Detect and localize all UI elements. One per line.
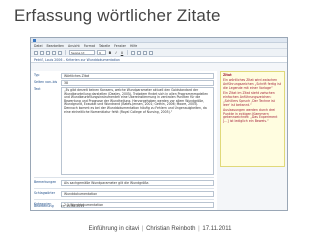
menu-bearbeiten[interactable]: Bearbeiten: [47, 44, 65, 48]
toolbar-divider: [127, 50, 128, 55]
schlagwoerter-label: Schlagwörter: [34, 191, 56, 195]
menu-ansicht[interactable]: Ansicht: [68, 44, 80, 48]
form-divider: [34, 188, 214, 189]
copy-icon[interactable]: [52, 50, 56, 55]
form-divider: [34, 210, 214, 211]
menu-datei[interactable]: Datei: [34, 44, 43, 48]
menu-format[interactable]: Format: [84, 44, 95, 48]
italic-button[interactable]: I: [114, 51, 118, 55]
paste-icon[interactable]: [58, 50, 62, 55]
aside-heading: Zitat: [223, 73, 232, 77]
seite-label: Seiten von–bis: [34, 80, 58, 84]
typ-row: Typ Wörtliches Zitat: [31, 73, 217, 79]
bullet-list-icon[interactable]: [131, 50, 135, 55]
footer-date: 17.11.2011: [202, 226, 232, 232]
format-toolbar: Segoe UI 9 B I U: [31, 49, 287, 57]
record-header: Petrič, Louis 2006 – Kriterien zur Wundd…: [31, 57, 287, 63]
slide-title: Erfassung wörtlicher Zitate: [14, 6, 221, 25]
menu-hilfe[interactable]: Hilfe: [130, 44, 137, 48]
bemerkungen-input[interactable]: Als sachgemäße Wundparameter gilt die Wu…: [61, 180, 214, 186]
aside-paragraph: Ein Zitat im Zitat steht zwischen einfac…: [223, 91, 275, 107]
numbered-list-icon[interactable]: [137, 50, 141, 55]
text-row: Text „Es gibt derzeit keinen Konsens, we…: [31, 87, 217, 175]
slide-footer: Einführung in citavi | Christian Reinbot…: [0, 226, 320, 232]
info-sidebar: Zitat Ein wörtliches Zitat wird zwischen…: [220, 71, 285, 167]
new-icon[interactable]: [34, 50, 38, 55]
citavi-app-icon: [33, 38, 36, 42]
menu-fenster[interactable]: Fenster: [114, 44, 126, 48]
aside-paragraph: Auslassungen werden durch drei Punkte in…: [223, 107, 278, 124]
form-divider: [34, 199, 214, 200]
bearbeitung-label: Bearbeitung: [34, 204, 54, 208]
bearbeitung-value: cr, 15.08.2011: [61, 204, 85, 208]
text-label: Text: [34, 87, 41, 91]
footer-separator: |: [198, 226, 200, 232]
toolbar-divider: [65, 50, 66, 55]
font-size-select[interactable]: 9: [97, 50, 106, 55]
quote-text-area[interactable]: „Es gibt derzeit keinen Konsens, welche …: [61, 87, 214, 175]
schlagwoerter-input[interactable]: Wunddokumentation: [61, 191, 214, 197]
typ-select[interactable]: Wörtliches Zitat: [61, 73, 214, 79]
seite-input[interactable]: 38: [61, 80, 214, 86]
bemerkungen-label: Bemerkungen: [34, 180, 57, 184]
aside-paragraph: Ein wörtliches Zitat wird zwischen Anfüh…: [223, 78, 282, 90]
indent-icon[interactable]: [143, 50, 147, 55]
footer-course: Einführung in citavi: [88, 226, 140, 232]
schlagwoerter-row: Schlagwörter Wunddokumentation: [31, 191, 217, 197]
font-family-select[interactable]: Segoe UI: [69, 50, 95, 55]
typ-label: Typ: [34, 73, 40, 77]
form-divider: [34, 177, 214, 178]
seite-row: Seiten von–bis 38: [31, 80, 217, 86]
citavi-window-screenshot: Datei Bearbeiten Ansicht Format Tabelle …: [30, 37, 288, 211]
link-icon[interactable]: [149, 50, 153, 55]
footer-separator: |: [141, 226, 144, 232]
quote-form: Typ Wörtliches Zitat Seiten von–bis 38 T…: [31, 71, 217, 210]
bemerkungen-row: Bemerkungen Als sachgemäße Wundparameter…: [31, 180, 217, 186]
cut-icon[interactable]: [46, 50, 50, 55]
footer-author: Christian Reinboth: [146, 226, 196, 232]
underline-button[interactable]: U: [120, 51, 124, 55]
save-icon[interactable]: [40, 50, 44, 55]
bearbeitung-row: Bearbeitung cr, 15.08.2011: [31, 204, 217, 208]
bold-button[interactable]: B: [108, 51, 112, 55]
menu-tabelle[interactable]: Tabelle: [99, 44, 110, 48]
